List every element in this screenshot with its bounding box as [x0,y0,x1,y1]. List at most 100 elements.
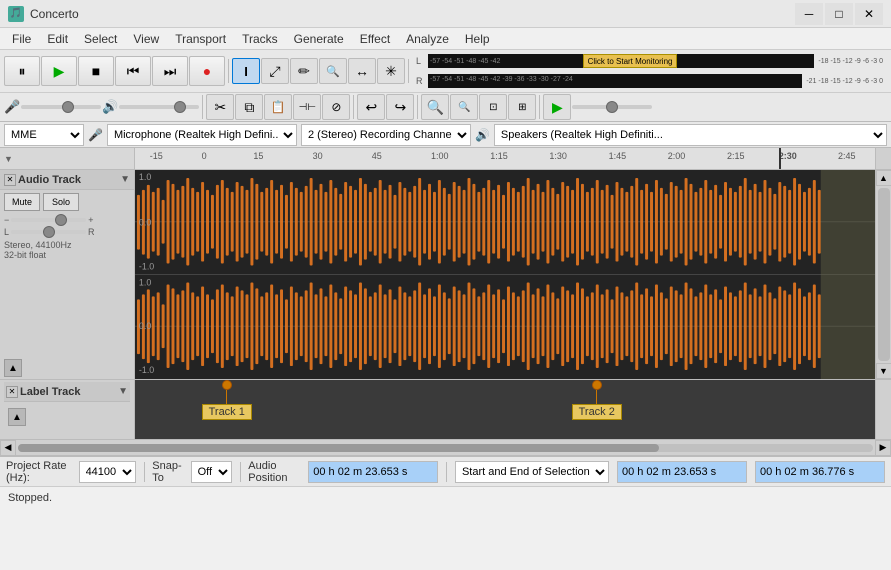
ruler-tick-1m: 1:00 [431,151,449,161]
solo-button[interactable]: Solo [43,193,79,211]
scroll-thumb-v[interactable] [878,188,890,361]
speakers-select[interactable]: Speakers (Realtek High Definiti... [494,124,887,146]
project-rate-select[interactable]: 44100 [79,461,136,483]
envelope-tool-button[interactable]: ⤢ [261,58,289,84]
mute-button[interactable]: Mute [4,193,40,211]
track-expand-button[interactable]: ▲ [4,359,22,377]
device-row: MME 🎤 Microphone (Realtek High Defini...… [0,122,891,148]
microphone-select[interactable]: Microphone (Realtek High Defini... [107,124,297,146]
label-marker-track2[interactable]: Track 2 [572,380,622,420]
label-marker-pin-1[interactable] [222,380,232,390]
draw-tool-button[interactable]: ✏ [290,58,318,84]
silence-button[interactable]: ⊘ [322,94,350,120]
driver-select[interactable]: MME [4,124,84,146]
maximize-button[interactable]: □ [825,3,853,25]
ruler-tick-15: 15 [253,151,263,161]
zoom-out2-button[interactable]: 🔍 [450,94,478,120]
minimize-button[interactable]: ─ [795,3,823,25]
ruler-tick-30: 30 [313,151,323,161]
label-track-content[interactable]: Track 1 Track 2 [135,380,875,439]
scroll-left-button[interactable]: ◀ [0,440,16,456]
label-track-arrow-icon[interactable]: ▼ [118,386,128,397]
ruler-tick-n15: -15 [150,151,163,161]
skip-forward-button[interactable]: ⏭ [152,56,188,86]
vu-bar-l: -57 -54 -51 -48 -45 -42 Click to Start M… [428,54,814,68]
svg-text:-1.0: -1.0 [139,365,154,375]
pause-button[interactable]: ⏸ [4,56,40,86]
window-controls: ─ □ ✕ [795,3,883,25]
ruler-tick-130: 1:30 [549,151,567,161]
scroll-down-button[interactable]: ▼ [876,363,891,379]
ruler-left-padding: ▼ [0,148,135,169]
menu-tracks[interactable]: Tracks [234,30,286,48]
scroll-right-button[interactable]: ▶ [875,440,891,456]
zoom-in-button[interactable]: 🔍 [319,58,347,84]
undo-button[interactable]: ↩ [357,94,385,120]
record-button[interactable]: ● [189,56,225,86]
svg-text:-1.0: -1.0 [139,261,154,271]
bottom-sep-3 [446,462,447,482]
label-marker-pin-2[interactable] [592,380,602,390]
monitor-start-btn[interactable]: Click to Start Monitoring [583,54,678,68]
label-track-header: ✕ Label Track ▼ [4,382,130,402]
label-marker-text-2[interactable]: Track 2 [572,404,622,420]
pan-slider[interactable] [11,230,86,234]
snap-to-select[interactable]: Off [191,461,232,483]
h-scroll-track[interactable] [18,444,873,452]
copy-button[interactable]: ⧉ [235,94,263,120]
skip-back-button[interactable]: ⏮ [115,56,151,86]
selection-type-select[interactable]: Start and End of Selection [455,461,609,483]
zoom-fit-sel-button[interactable]: ⊡ [479,94,507,120]
separator-4 [353,95,354,119]
label-marker-text-1[interactable]: Track 1 [202,404,252,420]
audio-track-waveform[interactable]: 1.0 0.0 -1.0 1.0 0.0 -1.0 [135,170,875,379]
trim-button[interactable]: ⊣⊢ [293,94,321,120]
label-marker-track1[interactable]: Track 1 [202,380,252,420]
cut-button[interactable]: ✂ [206,94,234,120]
ruler-tick-0: 0 [202,151,207,161]
menu-view[interactable]: View [125,30,167,48]
input-volume-slider[interactable] [21,105,101,109]
menu-transport[interactable]: Transport [167,30,234,48]
track-close-button[interactable]: ✕ [4,174,16,186]
audio-position-input[interactable] [308,461,438,483]
selection-start-input[interactable] [617,461,747,483]
vertical-scrollbar[interactable]: ▲ ▼ [875,170,891,379]
timeshift-tool-button[interactable]: ↔ [348,58,376,84]
selection-tool-button[interactable]: I [232,58,260,84]
label-track: ✕ Label Track ▼ ▲ Track 1 Track 2 [0,380,891,440]
selection-end-input[interactable] [755,461,885,483]
horizontal-scrollbar[interactable]: ◀ ▶ [0,440,891,456]
zoom-fit-proj-button[interactable]: ⊞ [508,94,536,120]
close-button[interactable]: ✕ [855,3,883,25]
h-scroll-thumb[interactable] [18,444,659,452]
menu-generate[interactable]: Generate [286,30,352,48]
gain-slider[interactable] [11,218,86,222]
play-speed-slider[interactable] [572,105,652,109]
bottom-sep-2 [240,462,241,482]
label-track-close-button[interactable]: ✕ [6,386,18,398]
ruler-tick-115: 1:15 [490,151,508,161]
menu-file[interactable]: File [4,30,39,48]
track-arrow-icon[interactable]: ▼ [120,174,130,185]
multi-tool-button[interactable]: ✳ [377,58,405,84]
ruler-tick-230: 2:30 [779,151,797,161]
menu-help[interactable]: Help [457,30,498,48]
audio-position-label: Audio Position [248,460,300,484]
paste-button[interactable]: 📋 [264,94,292,120]
menu-analyze[interactable]: Analyze [398,30,457,48]
zoom-in2-button[interactable]: 🔍 [421,94,449,120]
redo-button[interactable]: ↪ [386,94,414,120]
timeline-ruler[interactable]: ▼ -15 0 15 30 45 1:00 1:15 1:30 1:45 2:0… [0,148,891,170]
play-button[interactable]: ▶ [41,56,77,86]
channels-select[interactable]: 2 (Stereo) Recording Channels [301,124,471,146]
menu-select[interactable]: Select [76,30,125,48]
scroll-up-button[interactable]: ▲ [876,170,891,186]
stop-button[interactable]: ■ [78,56,114,86]
output-volume-slider[interactable] [119,105,199,109]
label-track-expand-button[interactable]: ▲ [8,408,26,426]
play-btn2[interactable]: ▶ [543,94,571,120]
track-info-bit: 32-bit float [4,250,130,260]
menu-edit[interactable]: Edit [39,30,76,48]
menu-effect[interactable]: Effect [352,30,398,48]
